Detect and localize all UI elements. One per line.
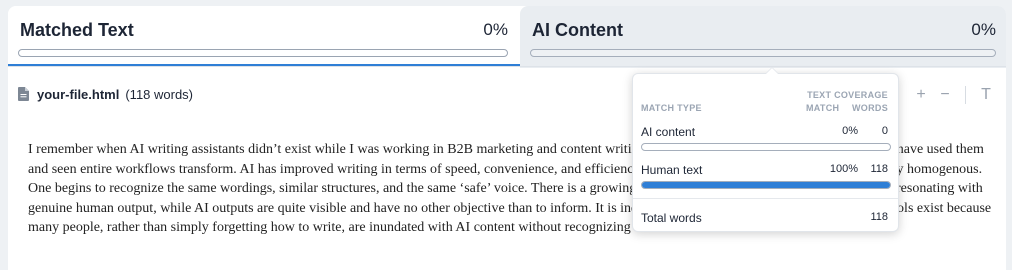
plagiarism-report-panel: Matched Text 0% AI Content 0% your-file.… [8,6,1006,270]
row-words: 118 [870,163,888,175]
col-words: WORDS [852,103,888,113]
human-text-bar [641,181,891,189]
tab-matched-title: Matched Text [20,20,134,40]
zoom-out-button[interactable]: − [933,86,957,104]
human-text-bar-fill [642,182,890,188]
tab-ai-title: AI Content [532,20,623,40]
tab-ai-percent: 0% [971,20,996,39]
ai-progress-bar [530,49,996,57]
viewer-toolbar: + − T [909,86,998,104]
file-name: your-file.html [37,86,120,102]
row-label: Human text [641,163,703,177]
coverage-popover: MATCH TYPE TEXT COVERAGE MATCH WORDS AI … [632,67,899,232]
popover-arrow [765,67,779,74]
text-format-button[interactable]: T [974,86,998,104]
file-icon [18,87,29,101]
file-info: your-file.html (118 words) [18,84,193,104]
col-text-coverage: TEXT COVERAGE [807,90,888,100]
col-match-type: MATCH TYPE [641,103,702,113]
header-divider [8,66,1006,67]
col-match: MATCH [806,103,840,113]
toolbar-divider [965,86,966,104]
zoom-in-button[interactable]: + [909,86,933,104]
tab-matched-percent: 0% [483,20,508,39]
file-word-count: (118 words) [125,86,194,102]
ai-content-bar [641,143,891,151]
matched-progress-bar [18,49,508,57]
tab-matched-text[interactable]: Matched Text 0% [8,6,518,68]
tab-ai-content[interactable]: AI Content 0% [520,6,1006,68]
popover-divider [633,198,898,199]
total-label: Total words [641,211,702,225]
row-match: 0% [842,125,858,137]
row-label: AI content [641,125,696,139]
total-words: 118 [870,211,888,223]
row-words: 0 [881,125,888,137]
row-match: 100% [829,163,858,175]
